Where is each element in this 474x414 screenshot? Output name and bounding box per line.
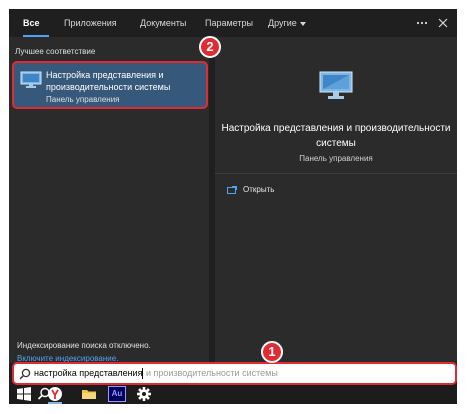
results-panel: Лучшее соответствие Настройка представле…	[9, 37, 209, 363]
monitor-icon	[319, 71, 353, 99]
open-action-label: Открыть	[243, 185, 275, 194]
active-app-indicator	[48, 402, 62, 404]
tab-documents[interactable]: Документы	[140, 9, 186, 37]
monitor-icon	[20, 71, 42, 88]
taskbar: Au	[9, 385, 457, 404]
preview-panel: Настройка представления и производительн…	[215, 37, 457, 363]
open-icon	[227, 185, 237, 194]
divider	[215, 173, 457, 174]
open-action[interactable]: Открыть	[227, 183, 274, 197]
tab-apps[interactable]: Приложения	[64, 9, 117, 37]
tab-settings[interactable]: Параметры	[205, 9, 253, 37]
indexing-message: Индексирование поиска отключено.	[17, 341, 151, 350]
tab-all[interactable]: Все	[23, 9, 40, 37]
search-query: настройка представления и производительн…	[34, 368, 278, 380]
preview-title: Настройка представления и производительн…	[221, 123, 451, 149]
step-badge-2: 2	[199, 36, 221, 58]
search-window: Все Приложения Документы Параметры Други…	[9, 9, 457, 404]
search-icon	[19, 368, 31, 380]
search-suggestion-text: и производительности системы	[143, 368, 278, 378]
adobe-audition-icon[interactable]: Au	[108, 386, 126, 402]
tab-more-label: Другие	[268, 18, 297, 28]
best-match-heading: Лучшее соответствие	[15, 47, 96, 56]
close-icon[interactable]	[437, 17, 449, 29]
tab-more[interactable]: Другие	[268, 9, 306, 37]
search-input[interactable]: настройка представления и производительн…	[12, 362, 457, 385]
search-typed-text: настройка представления	[34, 368, 143, 378]
best-match-title: Настройка представления и производительн…	[46, 70, 171, 92]
best-match-subtitle: Панель управления	[46, 95, 120, 104]
file-explorer-icon[interactable]	[80, 386, 98, 402]
tab-bar: Все Приложения Документы Параметры Други…	[9, 9, 457, 37]
more-options-icon[interactable]	[416, 17, 428, 29]
yandex-browser-icon[interactable]	[46, 386, 64, 402]
settings-icon[interactable]	[135, 386, 153, 402]
preview-subtitle: Панель управления	[299, 154, 373, 163]
best-match-result[interactable]: Настройка представления и производительн…	[12, 61, 208, 109]
start-icon[interactable]	[15, 386, 33, 402]
chevron-down-icon	[299, 21, 306, 26]
step-badge-1: 1	[261, 341, 283, 363]
